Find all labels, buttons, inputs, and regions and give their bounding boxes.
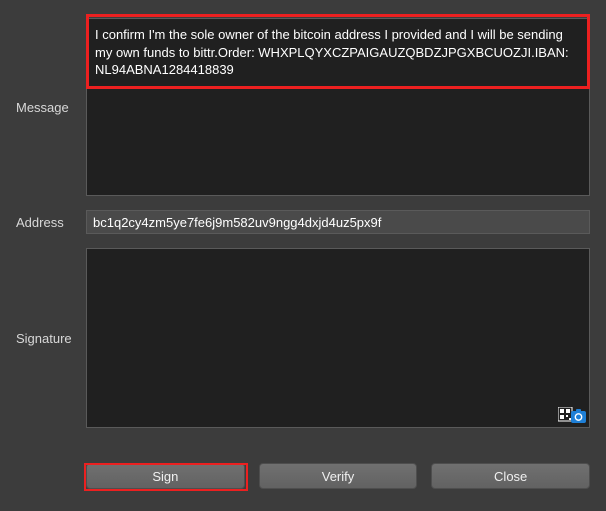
sign-message-form: Message Address Signature bbox=[16, 18, 590, 428]
verify-button[interactable]: Verify bbox=[259, 463, 418, 489]
address-label: Address bbox=[16, 210, 86, 234]
message-field-container bbox=[86, 18, 590, 196]
message-row: Message bbox=[16, 18, 590, 196]
address-row: Address bbox=[16, 210, 590, 234]
address-input[interactable] bbox=[86, 210, 590, 234]
button-row: Sign Verify Close bbox=[86, 463, 590, 489]
address-field-container bbox=[86, 210, 590, 234]
signature-textarea[interactable] bbox=[86, 248, 590, 428]
signature-row: Signature bbox=[16, 248, 590, 428]
message-label: Message bbox=[16, 18, 86, 196]
qr-camera-icon[interactable] bbox=[558, 407, 586, 425]
message-textarea[interactable] bbox=[86, 18, 590, 196]
signature-label: Signature bbox=[16, 248, 86, 428]
sign-button[interactable]: Sign bbox=[86, 463, 245, 489]
close-button[interactable]: Close bbox=[431, 463, 590, 489]
signature-field-container bbox=[86, 248, 590, 428]
